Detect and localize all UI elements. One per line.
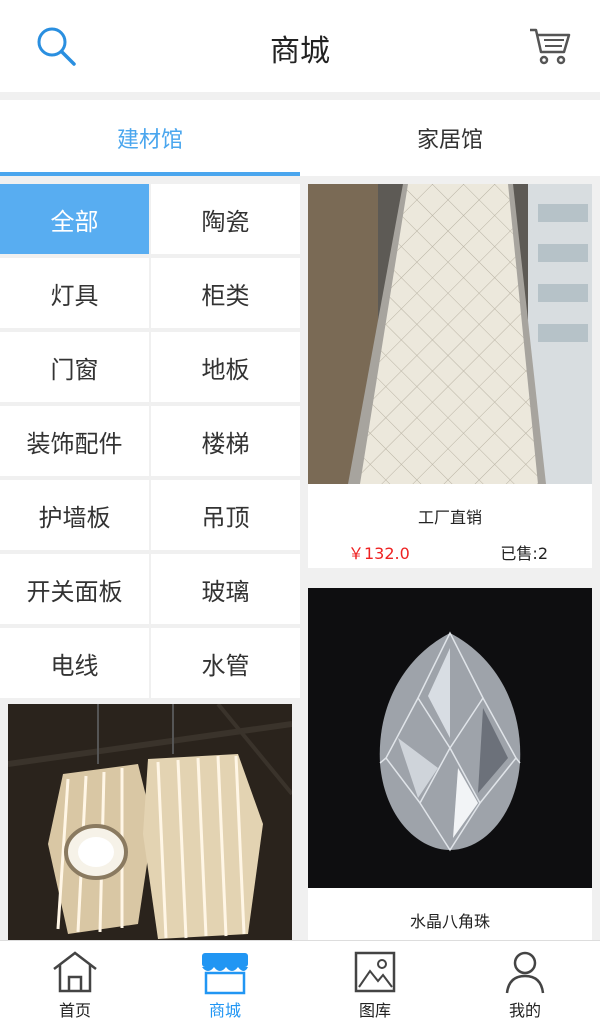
- nav-label: 图库: [358, 1001, 391, 1020]
- category-item-lighting[interactable]: 灯具: [0, 258, 149, 328]
- home-icon: [53, 951, 97, 993]
- mall-screen: 商城 建材馆 家居馆 全部 陶瓷 灯具 柜类 门窗 地板 装饰配件 楼梯 护墙板…: [0, 0, 600, 1027]
- cart-icon[interactable]: [526, 22, 574, 70]
- gallery-icon: [354, 951, 396, 993]
- category-item-ceramics[interactable]: 陶瓷: [151, 184, 300, 254]
- category-item-pipes[interactable]: 水管: [151, 628, 300, 698]
- category-item-wall-panels[interactable]: 护墙板: [0, 480, 149, 550]
- category-item-stairs[interactable]: 楼梯: [151, 406, 300, 476]
- page-title: 商城: [270, 34, 330, 69]
- category-item-all[interactable]: 全部: [0, 184, 149, 254]
- category-item-doors-windows[interactable]: 门窗: [0, 332, 149, 402]
- nav-item-mall[interactable]: 商城: [150, 941, 300, 1027]
- category-item-decor-parts[interactable]: 装饰配件: [0, 406, 149, 476]
- bottom-nav: 首页 商城 图库 我的: [0, 940, 600, 1027]
- category-item-wires[interactable]: 电线: [0, 628, 149, 698]
- category-item-glass[interactable]: 玻璃: [151, 554, 300, 624]
- product-image-lamp[interactable]: [8, 704, 292, 944]
- product-price: ￥132.0: [348, 544, 410, 563]
- product-name: 工厂直销: [417, 508, 482, 527]
- store-icon: [202, 953, 248, 995]
- category-item-ceiling[interactable]: 吊顶: [151, 480, 300, 550]
- nav-label: 首页: [58, 1001, 91, 1020]
- nav-item-home[interactable]: 首页: [0, 941, 150, 1027]
- tab-building-materials[interactable]: 建材馆: [0, 100, 300, 176]
- product-sold-count: 已售:2: [500, 544, 548, 563]
- product-card[interactable]: 工厂直销 ￥132.0 已售:2: [308, 184, 592, 568]
- nav-label: 商城: [208, 1001, 241, 1020]
- category-item-flooring[interactable]: 地板: [151, 332, 300, 402]
- user-icon: [505, 951, 545, 994]
- category-item-cabinets[interactable]: 柜类: [151, 258, 300, 328]
- header: 商城: [0, 0, 600, 92]
- category-grid: 全部 陶瓷 灯具 柜类 门窗 地板 装饰配件 楼梯 护墙板 吊顶 开关面板 玻璃…: [0, 184, 300, 698]
- mall-tabs: 建材馆 家居馆: [0, 100, 600, 176]
- nav-item-me[interactable]: 我的: [450, 941, 600, 1027]
- product-card[interactable]: 水晶八角珠: [308, 588, 592, 948]
- product-image-crystal: [308, 588, 592, 888]
- product-name: 水晶八角珠: [409, 912, 490, 931]
- nav-label: 我的: [508, 1001, 541, 1020]
- product-image-tile: [308, 184, 592, 484]
- tab-home-furnishing[interactable]: 家居馆: [300, 100, 600, 176]
- category-item-switch-panels[interactable]: 开关面板: [0, 554, 149, 624]
- nav-item-gallery[interactable]: 图库: [300, 941, 450, 1027]
